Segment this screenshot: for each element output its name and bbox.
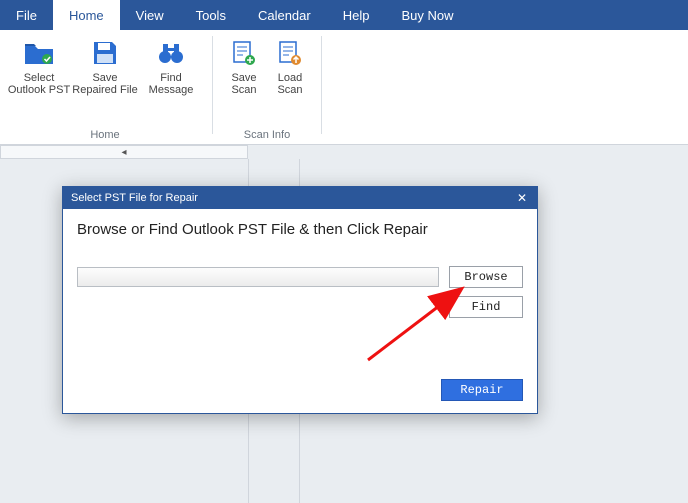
pst-path-input[interactable]: [77, 267, 439, 287]
ribbon-btn-line2: Scan: [277, 84, 302, 96]
menu-help[interactable]: Help: [327, 0, 386, 30]
menu-calendar[interactable]: Calendar: [242, 0, 327, 30]
ribbon-btn-line2: Outlook PST: [8, 84, 70, 96]
ribbon-btn-line2: Repaired File: [72, 84, 137, 96]
ribbon-group-home: Select Outlook PST Save Repaired File Fi…: [0, 36, 210, 144]
find-message-button[interactable]: Find Message: [138, 36, 204, 126]
browse-button[interactable]: Browse: [449, 266, 523, 288]
dialog-heading: Browse or Find Outlook PST File & then C…: [77, 221, 523, 238]
close-icon: ✕: [517, 191, 527, 205]
ribbon-group-scan-info: Save Scan Load Scan Scan Info: [215, 36, 319, 144]
repair-button[interactable]: Repair: [441, 379, 523, 401]
chevron-left-icon: ◂: [121, 147, 126, 158]
menu-home[interactable]: Home: [53, 0, 120, 30]
ribbon-separator: [321, 36, 322, 134]
dialog-titlebar[interactable]: Select PST File for Repair ✕: [63, 187, 537, 209]
menu-tools[interactable]: Tools: [180, 0, 242, 30]
save-icon: [89, 38, 121, 68]
binoculars-icon: [155, 38, 187, 68]
find-button[interactable]: Find: [449, 296, 523, 318]
menu-file[interactable]: File: [0, 0, 53, 30]
load-scan-icon: [274, 38, 306, 68]
ribbon-btn-line1: Load: [278, 72, 302, 84]
ribbon-btn-line2: Message: [149, 84, 194, 96]
ribbon-btn-line2: Scan: [231, 84, 256, 96]
save-repaired-file-button[interactable]: Save Repaired File: [72, 36, 138, 126]
dialog-body: Browse or Find Outlook PST File & then C…: [63, 209, 537, 413]
ribbon-btn-line1: Save: [231, 72, 256, 84]
dialog-title: Select PST File for Repair: [71, 192, 198, 204]
ribbon-group-label: Home: [90, 126, 119, 144]
folder-check-icon: [23, 38, 55, 68]
ribbon-group-label: Scan Info: [244, 126, 290, 144]
select-outlook-pst-button[interactable]: Select Outlook PST: [6, 36, 72, 126]
select-pst-dialog: Select PST File for Repair ✕ Browse or F…: [62, 186, 538, 414]
panel-collapse-handle[interactable]: ◂: [0, 145, 248, 159]
ribbon-separator: [212, 36, 213, 134]
ribbon-btn-line1: Find: [160, 72, 181, 84]
save-scan-icon: [228, 38, 260, 68]
dialog-close-button[interactable]: ✕: [507, 187, 537, 209]
menu-buy-now[interactable]: Buy Now: [385, 0, 469, 30]
ribbon-btn-line1: Select: [24, 72, 55, 84]
ribbon: Select Outlook PST Save Repaired File Fi…: [0, 30, 688, 145]
ribbon-btn-line1: Save: [92, 72, 117, 84]
menubar: File Home View Tools Calendar Help Buy N…: [0, 0, 688, 30]
load-scan-button[interactable]: Load Scan: [267, 36, 313, 126]
menu-view[interactable]: View: [120, 0, 180, 30]
save-scan-button[interactable]: Save Scan: [221, 36, 267, 126]
